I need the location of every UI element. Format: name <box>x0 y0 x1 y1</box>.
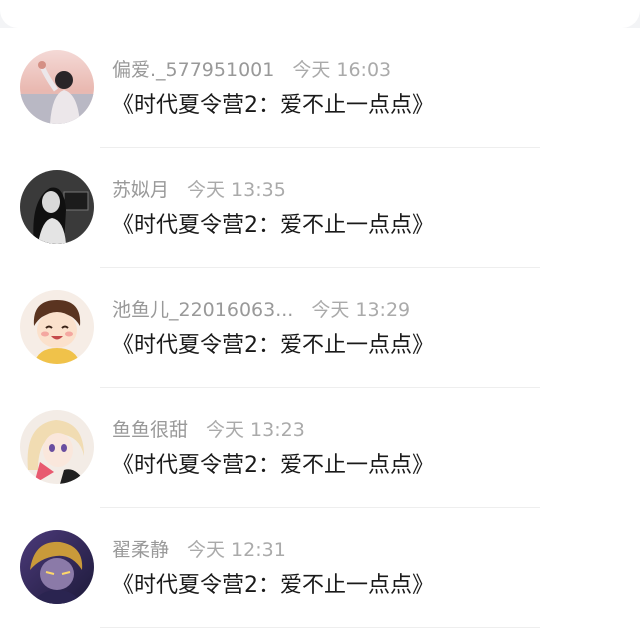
timestamp: 今天 16:03 <box>292 59 392 81</box>
avatar-cartoon-boy-icon <box>20 290 94 364</box>
avatar-girl-sunset-icon <box>20 50 94 124</box>
back-arrow-icon[interactable] <box>26 0 44 6</box>
comment-item[interactable]: 翟柔静 今天 12:31 《时代夏令营2：爱不止一点点》 <box>0 508 640 628</box>
comment-meta: 鱼鱼很甜 今天 13:23 <box>112 417 305 443</box>
comment-text: 《时代夏令营2：爱不止一点点》 <box>112 453 434 478</box>
comment-item[interactable]: 池鱼儿_22016063... 今天 13:29 《时代夏令营2：爱不止一点点》 <box>0 268 640 388</box>
avatar-anime-dark-icon <box>20 530 94 604</box>
username[interactable]: 池鱼儿_22016063... <box>112 299 293 321</box>
timestamp: 今天 13:35 <box>187 179 286 201</box>
comment-text: 《时代夏令营2：爱不止一点点》 <box>112 333 434 358</box>
avatar[interactable] <box>20 170 94 244</box>
comment-item[interactable]: 偏爱._577951001 今天 16:03 《时代夏令营2：爱不止一点点》 <box>0 28 640 148</box>
avatar[interactable] <box>20 50 94 124</box>
avatar[interactable] <box>20 290 94 364</box>
avatar[interactable] <box>20 530 94 604</box>
comment-meta: 偏爱._577951001 今天 16:03 <box>112 57 391 83</box>
username[interactable]: 偏爱._577951001 <box>112 59 274 81</box>
timestamp: 今天 13:29 <box>311 299 411 321</box>
username[interactable]: 翟柔静 <box>112 539 169 561</box>
username[interactable]: 苏姒月 <box>112 179 169 201</box>
comment-meta: 苏姒月 今天 13:35 <box>112 177 286 203</box>
avatar-girl-bw-icon <box>20 170 94 244</box>
comment-text: 《时代夏令营2：爱不止一点点》 <box>112 213 434 238</box>
top-bar <box>0 0 640 28</box>
comment-meta: 池鱼儿_22016063... 今天 13:29 <box>112 297 410 323</box>
username[interactable]: 鱼鱼很甜 <box>112 419 188 441</box>
comment-meta: 翟柔静 今天 12:31 <box>112 537 286 563</box>
timestamp: 今天 12:31 <box>187 539 286 561</box>
timestamp: 今天 13:23 <box>206 419 305 441</box>
avatar-anime-girl-icon <box>20 410 94 484</box>
divider <box>100 627 540 628</box>
comment-item[interactable]: 鱼鱼很甜 今天 13:23 《时代夏令营2：爱不止一点点》 <box>0 388 640 508</box>
comment-list: 偏爱._577951001 今天 16:03 《时代夏令营2：爱不止一点点》 苏姒… <box>0 28 640 632</box>
comment-item[interactable]: 苏姒月 今天 13:35 《时代夏令营2：爱不止一点点》 <box>0 148 640 268</box>
comment-text: 《时代夏令营2：爱不止一点点》 <box>112 573 434 598</box>
avatar[interactable] <box>20 410 94 484</box>
comment-text: 《时代夏令营2：爱不止一点点》 <box>112 93 434 118</box>
